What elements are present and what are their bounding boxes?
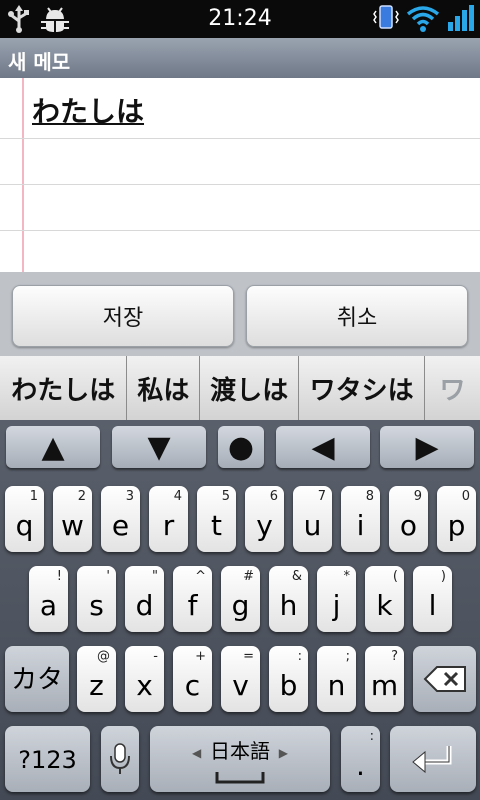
key-a[interactable]: ! a bbox=[29, 566, 68, 632]
wifi-icon bbox=[406, 6, 440, 32]
space-bar-icon bbox=[215, 772, 265, 784]
key-l[interactable]: ) l bbox=[413, 566, 452, 632]
cursor-left-key[interactable]: ◀ bbox=[276, 426, 370, 468]
key-e[interactable]: 3e bbox=[101, 486, 140, 552]
key-r[interactable]: 4r bbox=[149, 486, 188, 552]
microphone-icon bbox=[110, 743, 130, 774]
vibrate-icon bbox=[373, 5, 399, 29]
status-right-icons bbox=[372, 4, 474, 32]
key-n[interactable]: ; n bbox=[317, 646, 356, 712]
save-button[interactable]: 저장 bbox=[12, 285, 234, 347]
key-u[interactable]: 7u bbox=[293, 486, 332, 552]
language-right-icon: ▶ bbox=[278, 746, 288, 760]
voice-input-key[interactable] bbox=[101, 726, 139, 792]
candidate-item[interactable]: 渡しは bbox=[200, 356, 300, 420]
key-s[interactable]: ' s bbox=[77, 566, 116, 632]
note-margin-line bbox=[22, 78, 24, 272]
backspace-key[interactable] bbox=[413, 646, 476, 712]
cursor-right-key[interactable]: ▶ bbox=[380, 426, 474, 468]
key-v[interactable]: = v bbox=[221, 646, 260, 712]
key-x[interactable]: -x bbox=[125, 646, 164, 712]
candidate-item[interactable]: 私は bbox=[127, 356, 201, 420]
symbols-key[interactable]: ?123 bbox=[5, 726, 90, 792]
signal-icon bbox=[448, 5, 474, 31]
note-rule-line bbox=[0, 230, 480, 231]
period-key[interactable]: :. bbox=[341, 726, 380, 792]
space-key[interactable]: ◀ 日本語 ▶ bbox=[150, 726, 330, 792]
candidate-item[interactable]: わたしは bbox=[0, 356, 128, 420]
key-d[interactable]: " d bbox=[125, 566, 164, 632]
cancel-button[interactable]: 취소 bbox=[246, 285, 468, 347]
key-z[interactable]: @ z bbox=[77, 646, 116, 712]
keyboard: ▲ ▼ ● ◀ ▶ 1q 2w 3e 4r 5t 6y 7u 8i 9o 0p … bbox=[0, 420, 480, 800]
note-editor[interactable]: わたしは bbox=[0, 78, 480, 272]
title-bar: 새 메모 bbox=[0, 38, 480, 78]
key-j[interactable]: * j bbox=[317, 566, 356, 632]
center-key[interactable]: ● bbox=[218, 426, 264, 468]
key-m[interactable]: ? m bbox=[365, 646, 404, 712]
enter-icon bbox=[412, 746, 452, 774]
note-text[interactable]: わたしは bbox=[32, 90, 144, 130]
candidate-item[interactable]: ワタシは bbox=[299, 356, 425, 420]
key-b[interactable]: :b bbox=[269, 646, 308, 712]
right-arrow-icon: ▶ bbox=[415, 429, 439, 465]
up-arrow-icon: ▲ bbox=[41, 429, 65, 465]
candidate-item[interactable]: ワ bbox=[425, 356, 480, 420]
note-rule-line bbox=[0, 138, 480, 139]
left-arrow-icon: ◀ bbox=[311, 429, 335, 465]
key-c[interactable]: + c bbox=[173, 646, 212, 712]
key-p[interactable]: 0p bbox=[437, 486, 476, 552]
page-title: 새 메모 bbox=[8, 50, 71, 74]
note-rule-line bbox=[0, 184, 480, 185]
key-t[interactable]: 5t bbox=[197, 486, 236, 552]
key-y[interactable]: 6y bbox=[245, 486, 284, 552]
key-i[interactable]: 8i bbox=[341, 486, 380, 552]
backspace-icon bbox=[423, 666, 466, 692]
key-k[interactable]: (k bbox=[365, 566, 404, 632]
key-h[interactable]: & h bbox=[269, 566, 308, 632]
button-bar: 저장 취소 bbox=[0, 272, 480, 356]
cursor-up-key[interactable]: ▲ bbox=[6, 426, 100, 468]
kana-toggle-key[interactable]: カタ bbox=[5, 646, 69, 712]
key-g[interactable]: # g bbox=[221, 566, 260, 632]
cursor-down-key[interactable]: ▼ bbox=[112, 426, 206, 468]
key-w[interactable]: 2w bbox=[53, 486, 92, 552]
enter-key[interactable] bbox=[390, 726, 476, 792]
key-o[interactable]: 9o bbox=[389, 486, 428, 552]
down-arrow-icon: ▼ bbox=[147, 429, 171, 465]
key-q[interactable]: 1q bbox=[5, 486, 44, 552]
candidate-bar: わたしは 私は 渡しは ワタシは ワ bbox=[0, 356, 480, 420]
circle-icon: ● bbox=[227, 429, 255, 465]
status-bar: 21:24 bbox=[0, 0, 480, 38]
key-f[interactable]: ^ f bbox=[173, 566, 212, 632]
